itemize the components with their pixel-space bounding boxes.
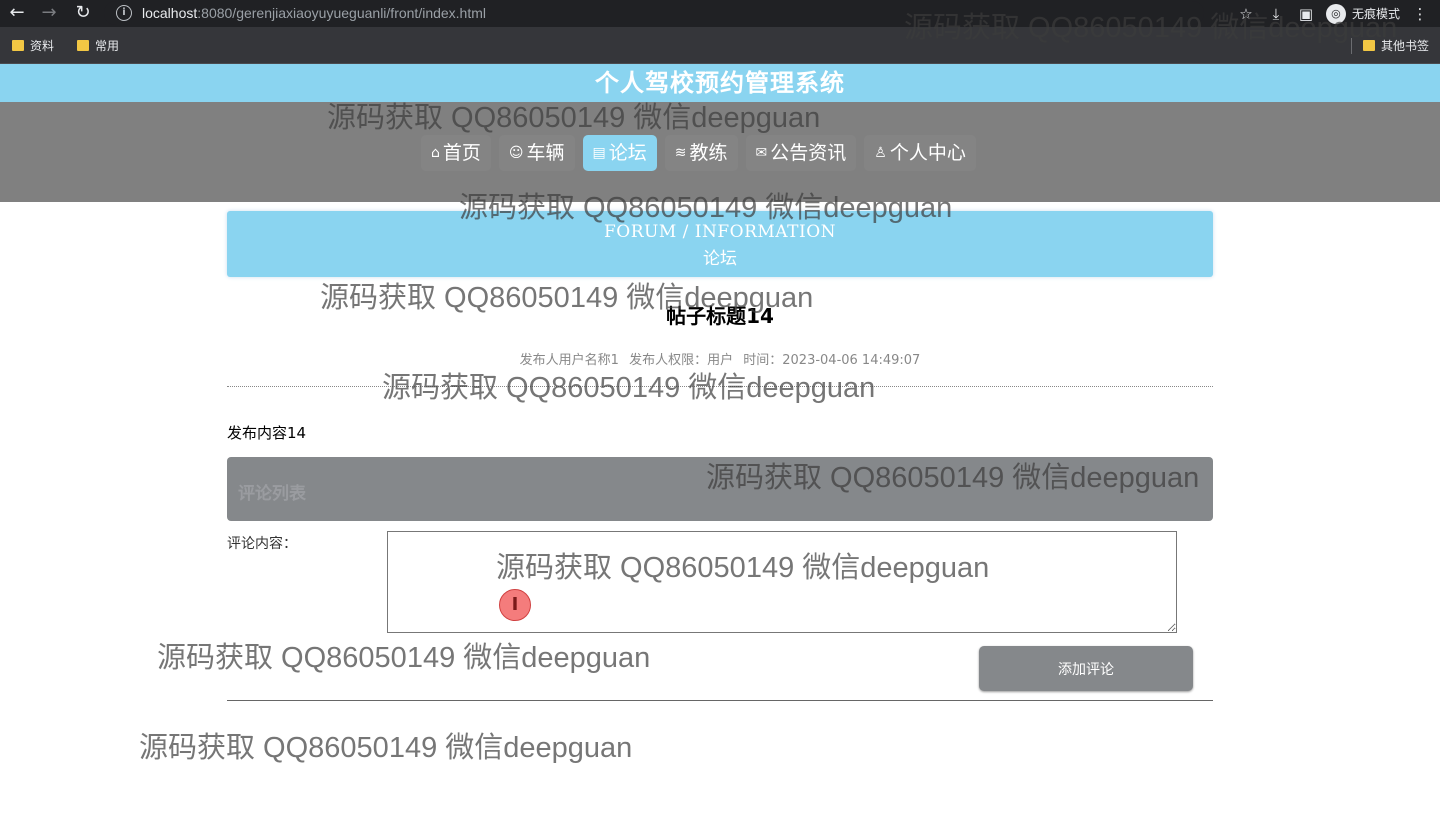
site-title: 个人驾校预约管理系统 <box>595 69 845 97</box>
address-bar[interactable]: i localhost:8080/gerenjiaxiaoyuyueguanli… <box>104 1 1204 25</box>
site-header: 个人驾校预约管理系统 <box>0 64 1440 102</box>
car-icon: ☺ <box>508 145 524 161</box>
post-meta: 发布人用户名称1 发布人权限：用户 时间：2023-04-06 14:49:07 <box>0 349 1440 368</box>
menu-icon[interactable]: ⋮ <box>1410 5 1430 23</box>
nav-item-2[interactable]: ▤ 论坛 <box>582 135 657 171</box>
watermark: 源码获取 QQ86050149 微信deepguan <box>382 372 876 404</box>
nav-item-1[interactable]: ☺ 车辆 <box>498 135 575 171</box>
divider <box>227 700 1213 701</box>
watermark: 源码获取 QQ86050149 微信deepguan <box>139 732 633 764</box>
divider <box>227 386 1213 387</box>
bookmarks-divider <box>1351 38 1352 54</box>
sidebar-icon[interactable]: ▣ <box>1296 5 1316 23</box>
site-info-icon[interactable]: i <box>116 5 132 21</box>
nav-item-label: 首页 <box>442 142 481 164</box>
incognito-indicator[interactable]: ◎ 无痕模式 <box>1325 3 1400 24</box>
layers-icon: ≋ <box>674 145 687 161</box>
main-nav: ⌂ 首页 ☺ 车辆 ▤ 论坛 ≋ 教练 ✉ 公告资讯 ♙ 个人中心 <box>0 102 1440 202</box>
nav-item-label: 公告资讯 <box>770 142 847 164</box>
bookmark-other[interactable]: 其他书签 <box>1363 37 1429 54</box>
incognito-icon: ◎ <box>1325 3 1346 24</box>
home-icon: ⌂ <box>431 145 440 161</box>
watermark: 源码获取 QQ86050149 微信deepguan <box>157 642 651 674</box>
comment-input-label: 评论内容： <box>227 536 297 552</box>
nav-item-5[interactable]: ♙ 个人中心 <box>864 135 976 171</box>
folder-icon <box>77 40 89 51</box>
add-comment-button[interactable]: 添加评论 <box>979 646 1193 691</box>
nav-item-0[interactable]: ⌂ 首页 <box>421 135 491 171</box>
back-icon[interactable]: ← <box>6 2 28 24</box>
comment-list-header: 评论列表 <box>227 457 1213 521</box>
post-title: 帖子标题14 <box>666 304 774 328</box>
banner-title-en: FORUM / INFORMATION <box>603 222 837 242</box>
post-author: 发布人用户名称1 <box>519 353 619 368</box>
bookmarks-bar: 资料 常用 其他书签 <box>0 27 1440 64</box>
forward-icon[interactable]: → <box>38 2 60 24</box>
nav-item-label: 车辆 <box>526 142 565 164</box>
banner-title-cn: 论坛 <box>703 249 737 269</box>
nav-item-label: 个人中心 <box>889 142 966 164</box>
nav-item-label: 教练 <box>689 142 728 164</box>
mail-icon: ✉ <box>755 145 768 161</box>
user-icon: ♙ <box>874 145 887 161</box>
folder-icon <box>1363 40 1375 51</box>
folder-icon <box>12 40 24 51</box>
reload-icon[interactable]: ↻ <box>72 2 94 24</box>
post-content: 发布内容14 <box>227 424 307 442</box>
nav-item-label: 论坛 <box>608 142 647 164</box>
nav-item-4[interactable]: ✉ 公告资讯 <box>745 135 857 171</box>
bookmark-folder-ziliao[interactable]: 资料 <box>12 37 54 54</box>
nav-item-3[interactable]: ≋ 教练 <box>664 135 738 171</box>
browser-toolbar: ← → ↻ i localhost:8080/gerenjiaxiaoyuyue… <box>0 0 1440 27</box>
post-role: 发布人权限：用户 <box>629 353 734 368</box>
comment-list-title: 评论列表 <box>238 484 306 504</box>
text-cursor-icon: I <box>499 589 531 621</box>
forum-banner: FORUM / INFORMATION 论坛 <box>227 211 1213 277</box>
forum-icon: ▤ <box>592 145 606 161</box>
bookmark-star-icon[interactable]: ☆ <box>1236 5 1256 23</box>
url-text[interactable]: localhost:8080/gerenjiaxiaoyuyueguanli/f… <box>142 5 486 21</box>
download-icon[interactable]: ⤓ <box>1266 5 1286 23</box>
bookmark-folder-changyong[interactable]: 常用 <box>77 37 119 54</box>
post-time: 时间：2023-04-06 14:49:07 <box>743 353 921 368</box>
incognito-label: 无痕模式 <box>1351 7 1400 21</box>
